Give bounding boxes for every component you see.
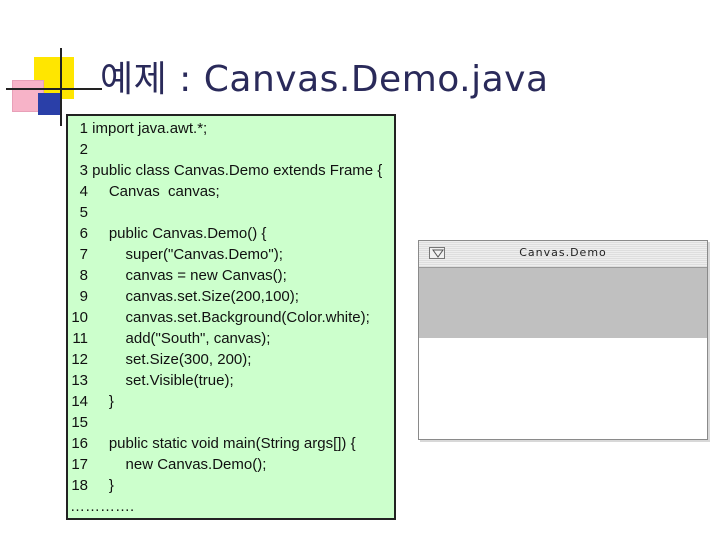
line-number: 2: [79, 141, 88, 158]
code-line: 12 set.Size(300, 200);: [68, 349, 251, 370]
code-listing: 1 import java.awt.*; 2 3 public class Canv…: [66, 114, 396, 520]
decor-blue-square: [38, 93, 60, 115]
line-number: 15: [71, 414, 88, 431]
code-text: Canvas canvas;: [88, 183, 220, 200]
line-number: 17: [71, 456, 88, 473]
code-line: 8 canvas = new Canvas();: [68, 265, 287, 286]
decor-horizontal-line: [6, 88, 102, 90]
line-number: 8: [79, 267, 88, 284]
code-text: public class Canvas.Demo extends Frame {: [88, 162, 383, 179]
line-number: 13: [71, 372, 88, 389]
code-text: import java.awt.*;: [88, 120, 208, 137]
code-text: set.Visible(true);: [88, 372, 234, 389]
code-line: 2: [68, 139, 88, 160]
line-number: 4: [79, 183, 88, 200]
canvas-area[interactable]: [419, 338, 707, 439]
line-number: 7: [79, 246, 88, 263]
line-number: 12: [71, 351, 88, 368]
line-number: 16: [71, 435, 88, 452]
code-line: 1 import java.awt.*;: [68, 118, 208, 139]
code-line: 15: [68, 412, 88, 433]
code-text: public Canvas.Demo() {: [88, 225, 267, 242]
code-text: add("South", canvas);: [88, 330, 271, 347]
code-line: 9 canvas.set.Size(200,100);: [68, 286, 299, 307]
code-text: canvas.set.Background(Color.white);: [88, 309, 370, 326]
code-text: public static void main(String args[]) {: [88, 435, 356, 452]
code-text: }: [88, 393, 114, 410]
code-line: 14 }: [68, 391, 114, 412]
line-number: 1: [79, 120, 88, 137]
code-line: 5: [68, 202, 88, 223]
window-titlebar[interactable]: Canvas.Demo: [419, 241, 707, 268]
code-text: new Canvas.Demo();: [88, 456, 267, 473]
code-line: 7 super("Canvas.Demo");: [68, 244, 283, 265]
line-number: 5: [79, 204, 88, 221]
code-text: }: [88, 477, 114, 494]
code-line: 3 public class Canvas.Demo extends Frame…: [68, 160, 383, 181]
code-line: 16 public static void main(String args[]…: [68, 433, 356, 454]
code-text: canvas.set.Size(200,100);: [88, 288, 299, 305]
code-line: 18 }: [68, 475, 114, 496]
code-line: 17 new Canvas.Demo();: [68, 454, 266, 475]
code-line: 4 Canvas canvas;: [68, 181, 220, 202]
code-line: 13 set.Visible(true);: [68, 370, 234, 391]
line-number: 18: [71, 477, 88, 494]
code-line: 10 canvas.set.Background(Color.white);: [68, 307, 370, 328]
line-number: 14: [71, 393, 88, 410]
line-number: 10: [71, 309, 88, 326]
line-number: 9: [79, 288, 88, 305]
code-text: super("Canvas.Demo");: [88, 246, 283, 263]
line-number: 3: [79, 162, 88, 179]
code-text: set.Size(300, 200);: [88, 351, 252, 368]
decor-vertical-line: [60, 48, 62, 126]
line-number: 6: [79, 225, 88, 242]
frame-area: [419, 268, 707, 338]
slide-title: 예제 : Canvas.Demo.java: [100, 59, 549, 100]
code-line: 11 add("South", canvas);: [68, 328, 270, 349]
canvas-demo-window[interactable]: Canvas.Demo: [418, 240, 708, 440]
window-title: Canvas.Demo: [519, 246, 607, 259]
code-ellipsis: ………….: [70, 498, 135, 515]
line-number: 11: [72, 330, 88, 347]
code-text: canvas = new Canvas();: [88, 267, 287, 284]
code-line: 6 public Canvas.Demo() {: [68, 223, 267, 244]
